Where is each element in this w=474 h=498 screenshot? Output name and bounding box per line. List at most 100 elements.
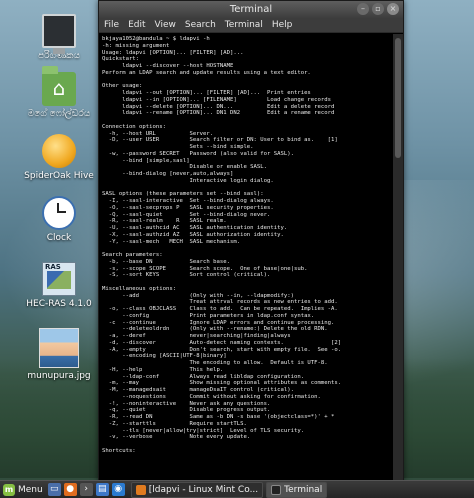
- desktop-icon-label: HEC-RAS 4.1.0: [26, 299, 92, 309]
- terminal-line: -R, --read DN Same as -b DN -s base '(ob…: [102, 414, 335, 420]
- terminal-line: -X, --sasl-authzid AZ SASL authorization…: [102, 231, 284, 238]
- terminal-line: -U, --sasl-authcid AC SASL authenticatio…: [102, 225, 288, 231]
- terminal-line: -d, --discover Auto-detect naming contex…: [102, 339, 342, 346]
- terminal-line: -m, --may Show missing optional attribut…: [102, 380, 342, 387]
- terminal-line: --bind [simple,sasl]: [102, 157, 190, 164]
- terminal-window[interactable]: Terminal – ▫ × File Edit View Search Ter…: [98, 0, 404, 482]
- chrome-icon[interactable]: ◉: [111, 483, 125, 496]
- menu-bar: File Edit View Search Terminal Help: [99, 18, 403, 33]
- desktop-icon-label: SpiderOak Hive: [24, 171, 94, 181]
- terminal-line: bkjaya1052@bandula ~ $ ldapvi -h: [102, 36, 210, 42]
- menu-help[interactable]: Help: [272, 18, 293, 32]
- taskbar-task-terminal[interactable]: Terminal: [266, 481, 328, 498]
- terminal-line: Disable or enable SASL.: [102, 164, 268, 171]
- terminal-line: Perform an LDAP search and update result…: [102, 69, 311, 76]
- menu-file[interactable]: File: [104, 18, 119, 32]
- taskbar: m Menu ▭ ● › ▤ ◉ [ldapvi - Linux Mint Co…: [0, 480, 474, 498]
- clock-icon: [42, 196, 76, 230]
- close-icon[interactable]: ×: [387, 3, 399, 15]
- terminal-line: --tls [never|allow|try|strict] Level of …: [102, 427, 305, 434]
- files-icon[interactable]: ▤: [95, 483, 109, 496]
- terminal-line: -b, --base DN Search base.: [102, 258, 230, 265]
- desktop-icon-spideroak[interactable]: SpiderOak Hive: [14, 134, 104, 182]
- taskbar-task-ldapvi[interactable]: [ldapvi - Linux Mint Co...: [130, 481, 264, 498]
- image-file-icon: [39, 328, 79, 368]
- terminal-line: --bind-dialog [never,auto,always]: [102, 171, 234, 177]
- terminal-line: -Q, --sasl-quiet Set --bind-dialog never…: [102, 211, 271, 218]
- terminal-line: ldapvi --delete [OPTION]... DN... Edit a…: [102, 103, 335, 110]
- desktop-icon-munupura[interactable]: munupura.jpg: [14, 328, 104, 382]
- terminal-line: Treat attrval records as new entries to …: [102, 299, 338, 306]
- show-desktop-icon[interactable]: ▭: [47, 483, 61, 496]
- terminal-line: SASL options (these parameters set --bin…: [102, 191, 264, 198]
- menu-search[interactable]: Search: [185, 18, 216, 32]
- menu-label: Menu: [18, 484, 43, 495]
- terminal-line: Search parameters:: [102, 252, 163, 258]
- desktop-icon-label: Clock: [46, 233, 72, 243]
- terminal-line: -A, --empty Don't search, start with emp…: [102, 346, 342, 353]
- terminal-line: Sets --bind simple.: [102, 144, 254, 150]
- desktop-icon-computer[interactable]: පරිගණකය: [14, 14, 104, 62]
- minimize-icon[interactable]: –: [357, 3, 369, 15]
- terminal-line: Interactive login dialog.: [102, 177, 274, 184]
- terminal-output[interactable]: bkjaya1052@bandula ~ $ ldapvi -h -h: miss…: [99, 34, 393, 481]
- desktop-icon-clock[interactable]: Clock: [14, 196, 104, 244]
- desktop-icon-home-folder[interactable]: මගේ ෆෝල්ඩරය: [14, 66, 104, 120]
- terminal-line: The encoding to allow. Default is UTF-8.: [102, 360, 328, 366]
- mint-logo-icon: m: [3, 483, 15, 496]
- terminal-scrollbar[interactable]: [393, 34, 403, 481]
- terminal-line: -a, --deref never|searching|finding|alwa…: [102, 333, 291, 339]
- terminal-line: -!, --noninteractive Never ask any quest…: [102, 400, 271, 407]
- window-title: Terminal: [229, 4, 273, 15]
- menu-edit[interactable]: Edit: [128, 18, 145, 32]
- terminal-task-icon: [271, 484, 282, 495]
- terminal-line: Quickstart:: [102, 56, 140, 63]
- terminal-line: -Z, --starttls Require startTLS.: [102, 420, 247, 427]
- terminal-line: Miscellaneous options:: [102, 285, 177, 292]
- terminal-line: -q, --quiet Disable progress output.: [102, 407, 271, 414]
- terminal-line: --deleteoldrdn (Only with --rename:) Del…: [102, 326, 328, 333]
- firefox-icon[interactable]: ●: [63, 483, 77, 496]
- terminal-line: -S, --sort KEYS Sort control (critical).: [102, 272, 271, 279]
- desktop-icon-label: මගේ ෆෝල්ඩරය: [27, 109, 91, 119]
- terminal-line: Other usage:: [102, 83, 143, 90]
- task-label: [ldapvi - Linux Mint Co...: [148, 484, 259, 495]
- terminal-line: -v, --verbose Note every update.: [102, 434, 251, 441]
- hec-icon-text: RAS: [45, 263, 61, 271]
- terminal-line: -w, --password SECRET Password (also val…: [102, 150, 294, 157]
- terminal-line: -h, --host URL Server.: [102, 130, 214, 137]
- menu-view[interactable]: View: [155, 18, 176, 32]
- terminal-line: -I, --sasl-interactive Set --bind-dialog…: [102, 198, 274, 204]
- computer-icon: [42, 14, 76, 54]
- window-titlebar[interactable]: Terminal – ▫ ×: [99, 1, 403, 18]
- desktop-icon-hec-ras[interactable]: RAS HEC-RAS 4.1.0: [14, 262, 104, 310]
- terminal-line: Connection options:: [102, 123, 166, 130]
- maximize-icon[interactable]: ▫: [372, 3, 384, 15]
- home-folder-icon: [42, 66, 76, 106]
- terminal-line: -s, --scope SCOPE Search scope. One of b…: [102, 265, 308, 272]
- hec-ras-icon: RAS: [42, 262, 76, 296]
- terminal-line: --add (Only with --in, --ldapmodify:): [102, 292, 294, 299]
- terminal-line: --noquestions Commit without asking for …: [102, 393, 321, 400]
- terminal-line: ldapvi --out [OPTION]... [FILTER] [AD]..…: [102, 90, 311, 96]
- menu-terminal[interactable]: Terminal: [225, 18, 263, 32]
- start-menu-button[interactable]: m Menu: [0, 481, 48, 498]
- scrollbar-thumb[interactable]: [395, 38, 401, 158]
- terminal-launcher-icon[interactable]: ›: [79, 483, 93, 496]
- terminal-line: --encoding [ASCII|UTF-8|binary]: [102, 353, 227, 360]
- window-controls: – ▫ ×: [357, 3, 399, 15]
- terminal-line: ldapvi --discover --host HOSTNAME: [102, 63, 234, 69]
- terminal-line: Shortcuts:: [102, 447, 136, 454]
- terminal-line: -Y, --sasl-mech MECH SASL mechanism.: [102, 238, 241, 245]
- terminal-line: -M, --managedsait manageDsaIT control (c…: [102, 387, 294, 393]
- terminal-line: --ldap-conf Always read libldap configur…: [102, 373, 305, 380]
- terminal-line: -D, --user USER Search filter or DN: Use…: [102, 137, 338, 144]
- spideroak-icon: [42, 134, 76, 168]
- terminal-line: ldapvi --in [OPTION]... [FILENAME] Load …: [102, 96, 332, 103]
- terminal-line: -O, --sasl-secprops P SASL security prop…: [102, 204, 274, 211]
- terminal-line: --config Print parameters in ldap.conf s…: [102, 312, 315, 319]
- terminal-line: -R, --sasl-realm R SASL realm.: [102, 218, 227, 225]
